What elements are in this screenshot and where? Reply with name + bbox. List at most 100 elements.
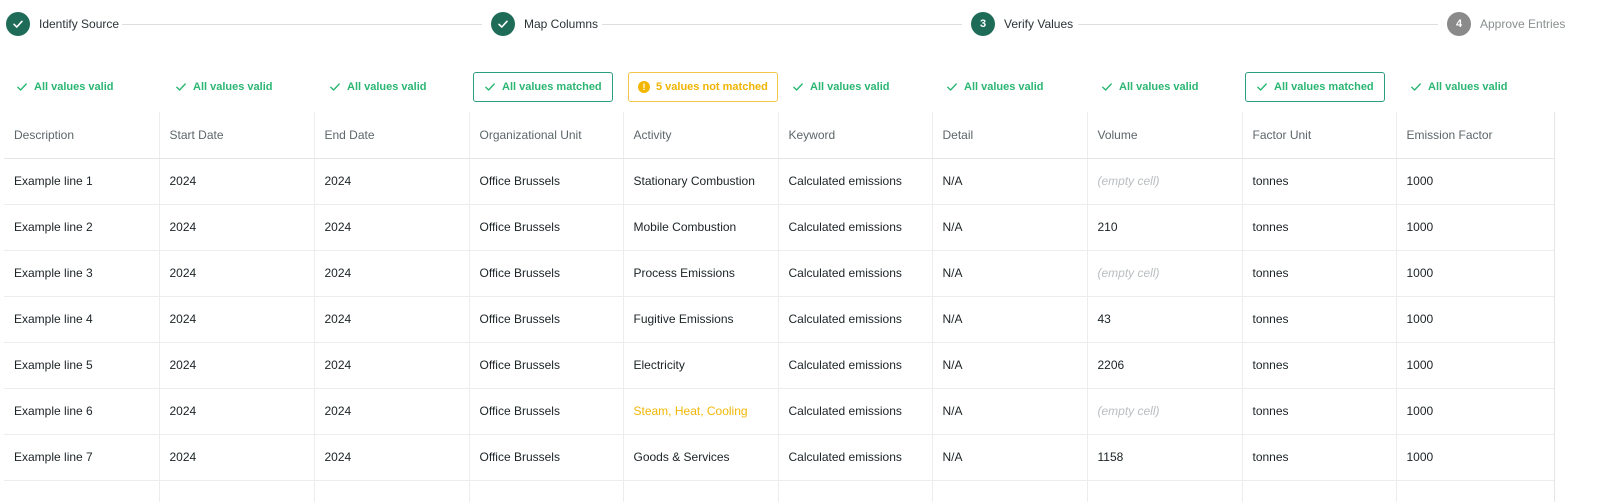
column-header[interactable]: Volume <box>1087 112 1243 159</box>
table-cell[interactable]: tonnes <box>1242 434 1397 481</box>
table-cell[interactable]: Example line 4 <box>4 296 160 343</box>
table-cell[interactable]: (empty cell) <box>1087 388 1243 435</box>
table-cell[interactable]: 1158 <box>1087 434 1243 481</box>
table-cell[interactable]: Electricity <box>623 342 779 389</box>
table-cell[interactable]: Office Brussels <box>469 158 624 205</box>
table-cell[interactable]: 2024 <box>314 342 470 389</box>
table-cell[interactable]: 1000 <box>1396 342 1555 389</box>
table-cell[interactable]: Office Brussels <box>469 342 624 389</box>
column-header[interactable]: Activity <box>623 112 779 159</box>
table-cell[interactable]: 2206 <box>1087 342 1243 389</box>
table-cell[interactable]: N/A <box>932 388 1088 435</box>
table-cell[interactable]: 2024 <box>159 204 315 251</box>
table-cell[interactable]: 2024 <box>314 250 470 297</box>
table-cell[interactable]: 2024 <box>314 434 470 481</box>
table-cell[interactable]: 1000 <box>1396 250 1555 297</box>
table-cell[interactable]: tonnes <box>1242 342 1397 389</box>
table-cell[interactable]: Example line 1 <box>4 158 160 205</box>
table-cell[interactable]: 210 <box>1087 204 1243 251</box>
match-status-button[interactable]: All values matched <box>1245 72 1385 102</box>
table-cell[interactable]: Office Brussels <box>469 388 624 435</box>
table-cell[interactable]: 2024 <box>159 296 315 343</box>
column-header[interactable]: Organizational Unit <box>469 112 624 159</box>
table-row[interactable]: Example line 6 2024 2024 Office Brussels Ste… <box>4 388 1555 435</box>
table-cell[interactable]: 2024 <box>314 296 470 343</box>
column-header[interactable]: Description <box>4 112 160 159</box>
table-cell[interactable] <box>778 480 933 502</box>
table-cell[interactable]: N/A <box>932 342 1088 389</box>
table-cell[interactable]: Office Brussels <box>469 204 624 251</box>
table-row[interactable]: Example line 1 2024 2024 Office Brussels Sta… <box>4 158 1555 205</box>
column-header[interactable]: Detail <box>932 112 1088 159</box>
unmatched-values-button[interactable]: ! 5 values not matched <box>628 72 778 102</box>
table-cell[interactable]: 1000 <box>1396 158 1555 205</box>
table-cell[interactable]: Calculated emissions <box>778 296 933 343</box>
table-cell[interactable]: N/A <box>932 158 1088 205</box>
table-cell[interactable]: Steam, Heat, Cooling <box>623 388 779 435</box>
column-header[interactable]: End Date <box>314 112 470 159</box>
table-cell[interactable] <box>469 480 624 502</box>
table-cell[interactable]: 1000 <box>1396 434 1555 481</box>
table-cell[interactable]: tonnes <box>1242 204 1397 251</box>
table-cell[interactable] <box>159 480 315 502</box>
table-cell[interactable]: Mobile Combustion <box>623 204 779 251</box>
table-cell[interactable]: Office Brussels <box>469 250 624 297</box>
table-cell[interactable]: Process Emissions <box>623 250 779 297</box>
table-row[interactable]: Example line 7 2024 2024 Office Brussels Goo… <box>4 434 1555 481</box>
table-row[interactable] <box>4 480 1555 502</box>
table-cell[interactable]: 2024 <box>159 388 315 435</box>
step-verify-values[interactable]: 3 Verify Values <box>971 12 1073 36</box>
table-cell[interactable] <box>1396 480 1555 502</box>
table-row[interactable]: Example line 3 2024 2024 Office Brussels Pro… <box>4 250 1555 297</box>
table-row[interactable]: Example line 2 2024 2024 Office Brussels Mob… <box>4 204 1555 251</box>
table-cell[interactable] <box>623 480 779 502</box>
table-cell[interactable] <box>1087 480 1243 502</box>
step-map-columns[interactable]: Map Columns <box>491 12 598 36</box>
table-cell[interactable]: Example line 7 <box>4 434 160 481</box>
table-cell[interactable]: Example line 2 <box>4 204 160 251</box>
table-cell[interactable]: tonnes <box>1242 250 1397 297</box>
table-cell[interactable]: 2024 <box>314 158 470 205</box>
table-cell[interactable] <box>4 480 160 502</box>
table-row[interactable]: Example line 5 2024 2024 Office Brussels Ele… <box>4 342 1555 389</box>
data-table-container[interactable]: Description Start Date End Date Organizatio… <box>4 112 1618 502</box>
table-cell[interactable]: (empty cell) <box>1087 250 1243 297</box>
table-cell[interactable]: (empty cell) <box>1087 158 1243 205</box>
table-cell[interactable]: Calculated emissions <box>778 204 933 251</box>
table-cell[interactable]: Office Brussels <box>469 434 624 481</box>
table-cell[interactable]: Calculated emissions <box>778 434 933 481</box>
table-cell[interactable]: Calculated emissions <box>778 342 933 389</box>
table-cell[interactable]: N/A <box>932 296 1088 343</box>
table-cell[interactable]: 1000 <box>1396 296 1555 343</box>
table-cell[interactable]: 2024 <box>314 204 470 251</box>
table-cell[interactable] <box>932 480 1088 502</box>
table-cell[interactable]: Calculated emissions <box>778 158 933 205</box>
table-cell[interactable]: tonnes <box>1242 388 1397 435</box>
table-cell[interactable]: 2024 <box>314 388 470 435</box>
column-header[interactable]: Factor Unit <box>1242 112 1397 159</box>
table-cell[interactable]: 2024 <box>159 158 315 205</box>
table-cell[interactable]: Office Brussels <box>469 296 624 343</box>
table-cell[interactable]: Calculated emissions <box>778 388 933 435</box>
table-cell[interactable]: N/A <box>932 250 1088 297</box>
table-cell[interactable] <box>1242 480 1397 502</box>
table-cell[interactable]: Stationary Combustion <box>623 158 779 205</box>
step-approve-entries[interactable]: 4 Approve Entries <box>1447 12 1565 36</box>
column-header[interactable]: Start Date <box>159 112 315 159</box>
table-cell[interactable]: 2024 <box>159 342 315 389</box>
table-cell[interactable]: 43 <box>1087 296 1243 343</box>
table-cell[interactable]: 1000 <box>1396 388 1555 435</box>
table-cell[interactable]: N/A <box>932 204 1088 251</box>
table-cell[interactable]: 1000 <box>1396 204 1555 251</box>
table-row[interactable]: Example line 4 2024 2024 Office Brussels Fug… <box>4 296 1555 343</box>
table-cell[interactable]: Example line 6 <box>4 388 160 435</box>
table-cell[interactable]: 2024 <box>159 434 315 481</box>
table-cell[interactable]: Example line 3 <box>4 250 160 297</box>
table-cell[interactable]: Goods & Services <box>623 434 779 481</box>
table-cell[interactable]: tonnes <box>1242 158 1397 205</box>
column-header[interactable]: Emission Factor <box>1396 112 1555 159</box>
table-cell[interactable]: Example line 5 <box>4 342 160 389</box>
step-identify-source[interactable]: Identify Source <box>6 12 119 36</box>
table-cell[interactable]: tonnes <box>1242 296 1397 343</box>
table-cell[interactable]: Fugitive Emissions <box>623 296 779 343</box>
